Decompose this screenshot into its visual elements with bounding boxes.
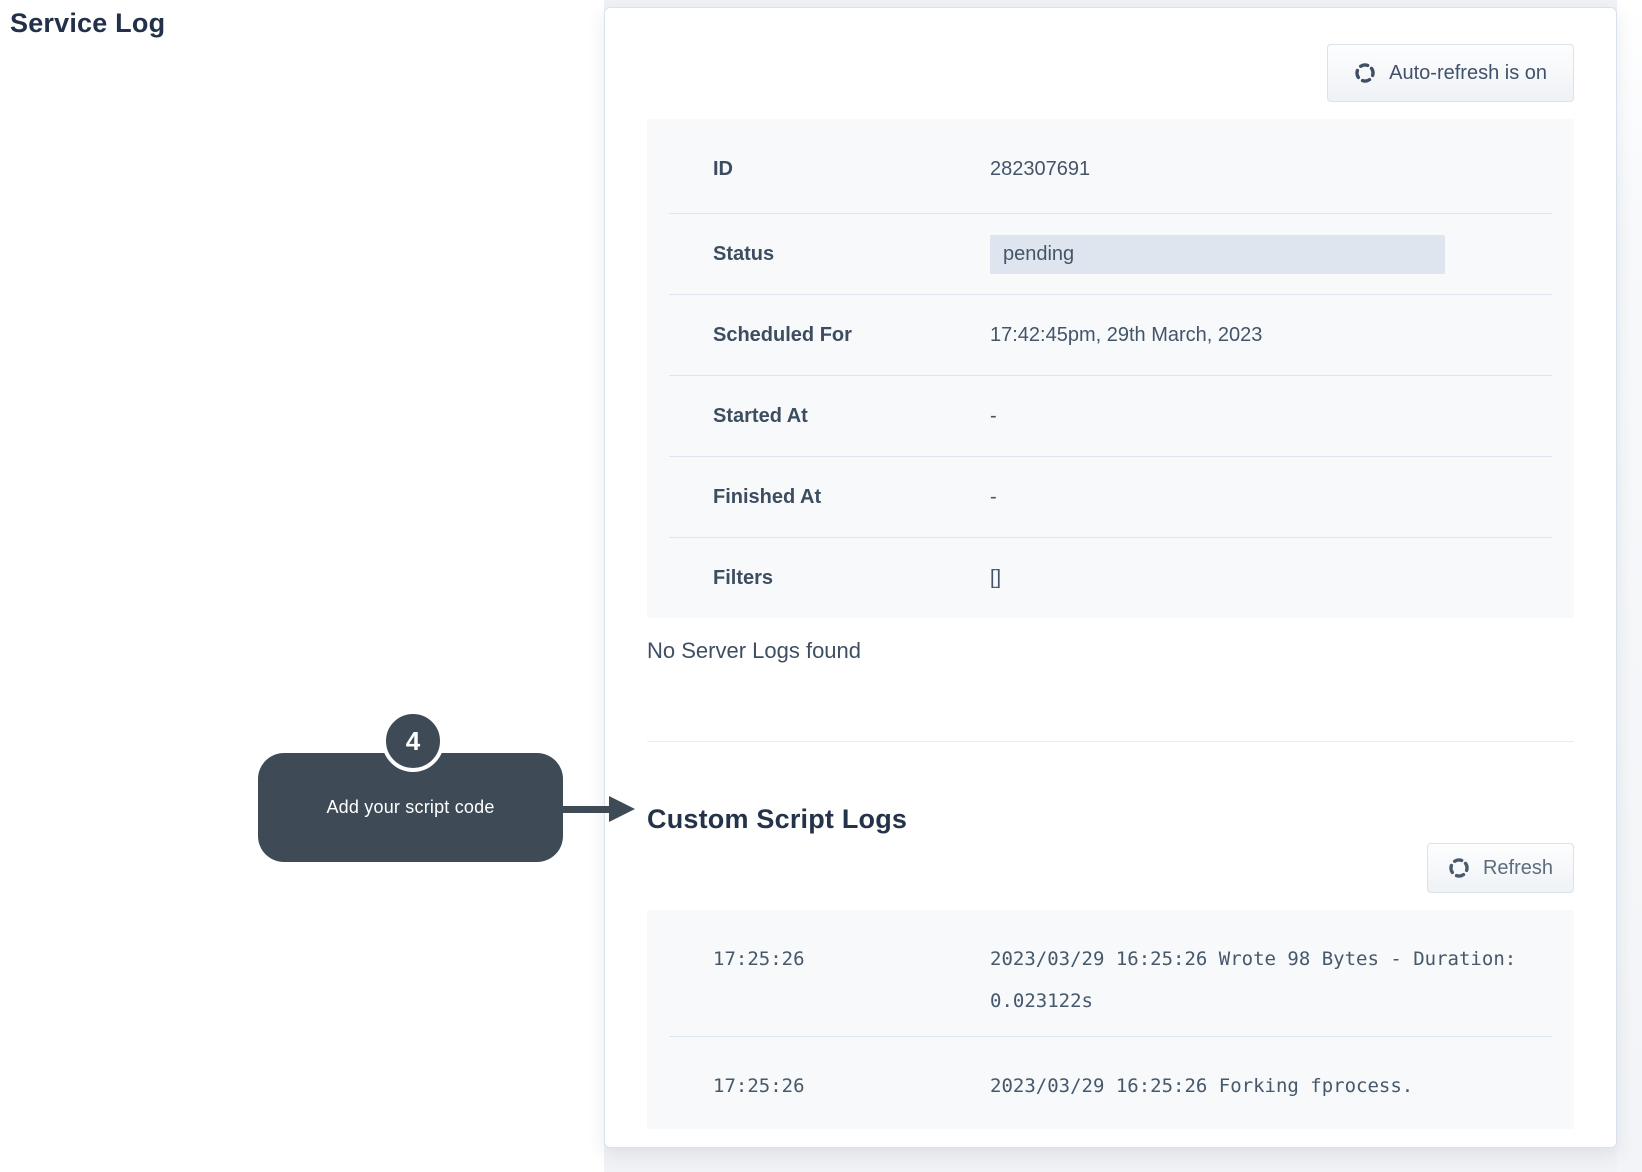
custom-script-log-table: 17:25:26 2023/03/29 16:25:26 Wrote 98 By… <box>647 910 1574 1129</box>
row-value: 17:42:45pm, 29th March, 2023 <box>990 323 1263 346</box>
row-label: Scheduled For <box>713 323 852 346</box>
log-timestamp: 17:25:26 <box>713 948 805 970</box>
page-background-right <box>1617 0 1642 1172</box>
row-value: - <box>990 404 997 427</box>
left-content-panel <box>0 0 604 1172</box>
table-row: ID 282307691 <box>647 119 1574 213</box>
log-message: 2023/03/29 16:25:26 Forking fprocess. <box>990 1075 1414 1097</box>
refresh-spinner-icon <box>1448 857 1470 879</box>
table-row: Status pending <box>647 214 1574 294</box>
auto-refresh-row: Auto-refresh is on <box>647 44 1574 102</box>
row-value: 282307691 <box>990 157 1091 180</box>
refresh-label: Refresh <box>1482 856 1553 879</box>
row-label: ID <box>713 157 733 180</box>
row-value: [] <box>990 566 1002 589</box>
custom-script-logs-heading: Custom Script Logs <box>647 804 908 834</box>
log-row: 17:25:26 2023/03/29 16:25:26 Forking fpr… <box>647 1037 1574 1129</box>
page-title: Service Log <box>10 8 166 38</box>
row-label: Status <box>713 242 775 265</box>
refresh-row: Refresh <box>647 843 1574 893</box>
row-value: pending <box>990 234 1574 274</box>
row-value: - <box>990 485 997 508</box>
step-number-badge: 4 <box>382 710 444 772</box>
row-label: Started At <box>713 404 808 427</box>
log-row: 17:25:26 2023/03/29 16:25:26 Wrote 98 By… <box>647 910 1574 1036</box>
auto-refresh-label: Auto-refresh is on <box>1389 61 1547 84</box>
onboarding-tooltip-label: Add your script code <box>326 797 495 817</box>
log-message: 2023/03/29 16:25:26 Wrote 98 Bytes - Dur… <box>990 948 1517 1012</box>
log-timestamp: 17:25:26 <box>713 1075 805 1097</box>
table-row: Finished At - <box>647 457 1574 537</box>
callout-arrow <box>563 806 611 813</box>
no-server-logs-message: No Server Logs found <box>647 638 862 663</box>
callout-arrow-head-icon <box>609 796 635 822</box>
auto-refresh-button[interactable]: Auto-refresh is on <box>1327 44 1574 102</box>
table-row: Scheduled For 17:42:45pm, 29th March, 20… <box>647 295 1574 375</box>
section-divider <box>647 741 1574 742</box>
status-badge: pending <box>990 234 1445 274</box>
refresh-button[interactable]: Refresh <box>1426 843 1574 893</box>
row-label: Filters <box>713 566 774 589</box>
service-log-card: Auto-refresh is on ID 282307691 Status p… <box>604 7 1617 1148</box>
table-row: Started At - <box>647 376 1574 456</box>
row-label: Finished At <box>713 485 822 508</box>
table-row: Filters [] <box>647 538 1574 618</box>
service-details-table: ID 282307691 Status pending Scheduled Fo… <box>647 119 1574 618</box>
refresh-spinner-icon <box>1354 62 1376 84</box>
